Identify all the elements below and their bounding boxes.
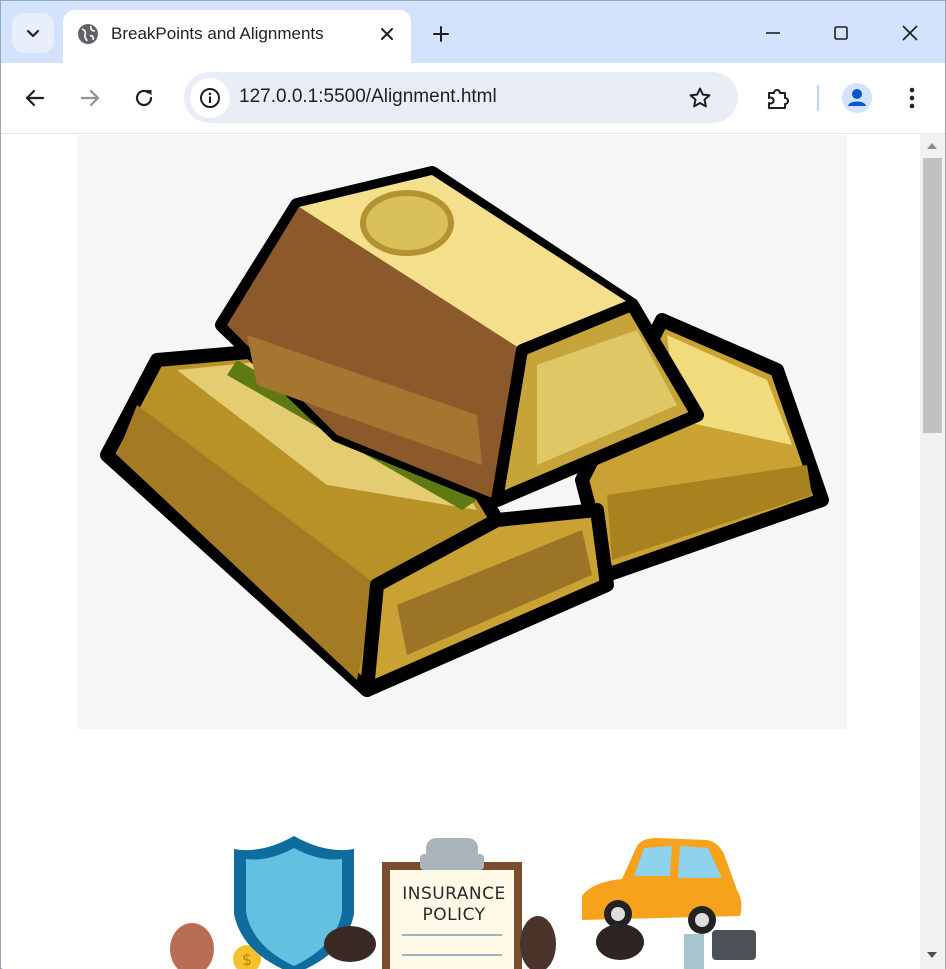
close-icon (381, 28, 393, 40)
forward-button[interactable] (72, 80, 108, 116)
info-icon (200, 88, 220, 108)
minimize-icon (766, 32, 780, 34)
reload-button[interactable] (126, 80, 162, 116)
site-info-button[interactable] (190, 78, 230, 118)
tab-close-button[interactable] (375, 22, 399, 46)
bookmark-button[interactable] (686, 84, 714, 112)
star-icon (689, 87, 711, 108)
profile-button[interactable] (839, 80, 875, 116)
url-text[interactable]: 127.0.0.1:5500/Alignment.html (239, 86, 497, 108)
browser-window: BreakPoints and Alignments 127.0.0.1:550… (0, 0, 946, 969)
scrollbar-thumb[interactable] (923, 158, 942, 433)
caret-down-icon (927, 952, 937, 958)
back-button[interactable] (17, 80, 53, 116)
browser-toolbar: 127.0.0.1:5500/Alignment.html (1, 63, 945, 134)
tab-strip: BreakPoints and Alignments (1, 1, 945, 63)
reload-icon (135, 89, 153, 107)
insurance-policy-label: INSURANCE POLICY (386, 884, 522, 926)
plus-icon (433, 26, 449, 42)
tab-active[interactable]: BreakPoints and Alignments (63, 10, 411, 63)
arrow-left-icon (25, 89, 45, 107)
scroll-up-button[interactable] (926, 140, 938, 152)
tab-title: BreakPoints and Alignments (111, 24, 324, 43)
tab-search-button[interactable] (12, 13, 54, 53)
insurance-label-line2: POLICY (422, 905, 486, 925)
globe-icon (78, 24, 98, 44)
page-viewport: $ INSURANCE POLICY (2, 134, 920, 969)
minimize-button[interactable] (753, 15, 793, 51)
caret-up-icon (927, 143, 937, 149)
kebab-menu-icon (909, 87, 915, 109)
svg-text:$: $ (242, 950, 252, 969)
window-close-button[interactable] (890, 15, 930, 51)
insurance-label-line1: INSURANCE (402, 884, 506, 904)
extensions-button[interactable] (760, 80, 796, 116)
close-icon (902, 25, 918, 41)
toolbar-divider (817, 85, 819, 111)
vertical-scrollbar[interactable] (920, 134, 945, 969)
address-bar[interactable]: 127.0.0.1:5500/Alignment.html (184, 72, 738, 123)
scroll-down-button[interactable] (926, 949, 938, 961)
maximize-icon (834, 26, 848, 40)
new-tab-button[interactable] (426, 19, 456, 49)
arrow-right-icon (80, 89, 100, 107)
menu-button[interactable] (894, 80, 930, 116)
chevron-down-icon (26, 29, 40, 38)
person-icon (842, 83, 872, 113)
puzzle-icon (767, 89, 789, 110)
gold-bars-image (77, 135, 847, 729)
maximize-button[interactable] (821, 15, 861, 51)
